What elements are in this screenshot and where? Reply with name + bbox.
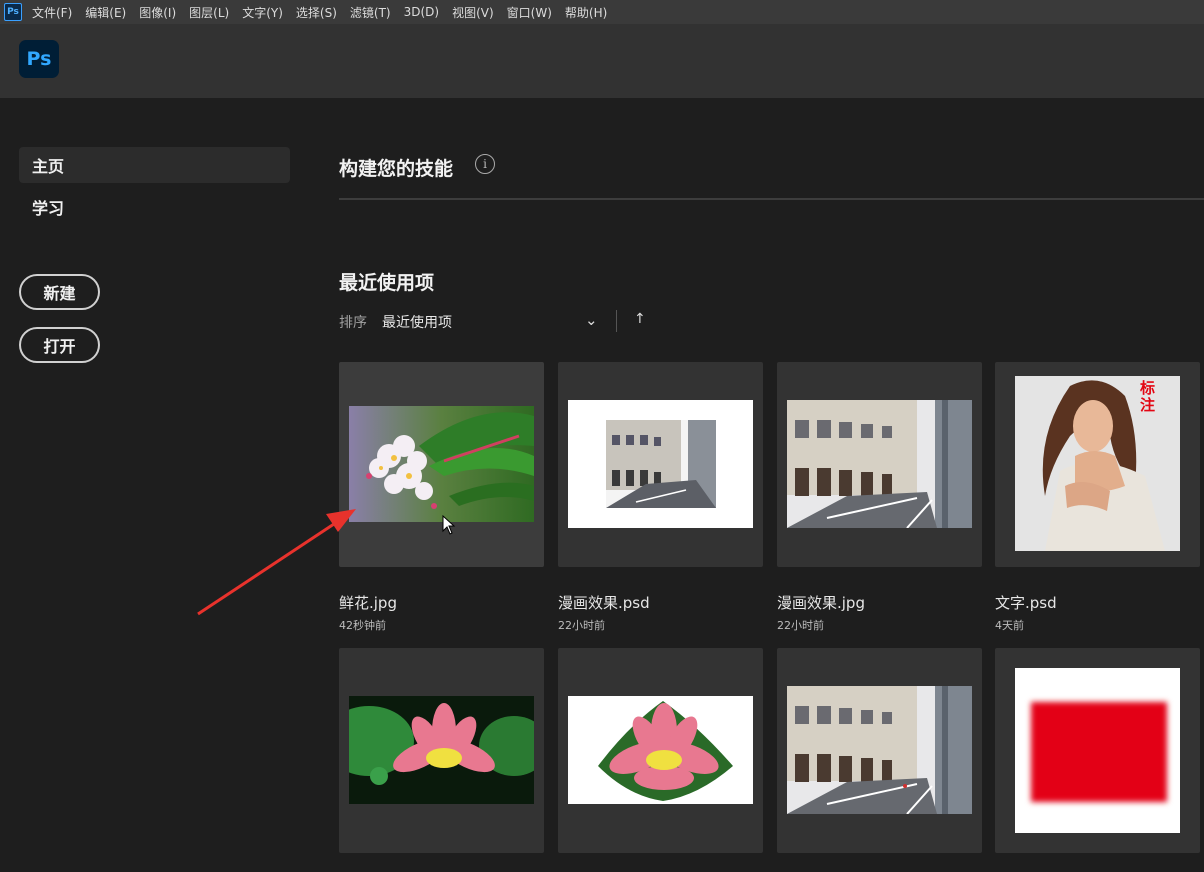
file-time: 4天前 [995,619,1024,632]
thumbnail-red-block [1015,668,1180,833]
file-time: 22小时前 [777,619,824,632]
thumbnail-annotation-text: 标注 [1140,379,1156,414]
menu-type[interactable]: 文字(Y) [242,4,283,21]
thumbnail-flower [349,406,534,522]
info-icon[interactable]: i [475,154,495,174]
menu-layer[interactable]: 图层(L) [189,4,229,21]
thumbnail-street-comic [568,400,753,528]
recent-file-card[interactable] [777,362,982,567]
menu-edit[interactable]: 编辑(E) [85,4,126,21]
menu-help[interactable]: 帮助(H) [565,4,607,21]
recent-file-card[interactable] [995,648,1200,853]
file-name[interactable]: 鲜花.jpg [339,592,397,613]
new-button[interactable]: 新建 [19,274,100,310]
photoshop-app-icon[interactable]: Ps [4,3,22,21]
photoshop-logo: Ps [19,40,59,78]
menu-3d[interactable]: 3D(D) [404,5,439,19]
section-divider [339,198,1204,200]
recent-file-card[interactable] [558,362,763,567]
recent-title: 最近使用项 [339,272,435,294]
mouse-cursor-icon [442,514,456,535]
sort-label: 排序 [339,315,367,331]
thumbnail-lotus-dark [349,696,534,804]
recent-file-card[interactable] [339,648,544,853]
menu-bar: Ps 文件(F) 编辑(E) 图像(I) 图层(L) 文字(Y) 选择(S) 滤… [0,0,1204,24]
menu-file[interactable]: 文件(F) [32,4,72,21]
menu-filter[interactable]: 滤镜(T) [350,4,391,21]
sort-direction-icon[interactable]: ↑ [634,311,646,327]
thumbnail-lotus-cutout [568,696,753,804]
file-time: 42秒钟前 [339,619,386,632]
file-name[interactable]: 漫画效果.psd [558,592,650,613]
open-button[interactable]: 打开 [19,327,100,363]
file-time: 22小时前 [558,619,605,632]
menu-image[interactable]: 图像(I) [139,4,176,21]
home-header: Ps [0,24,1204,98]
recent-file-card[interactable] [558,648,763,853]
chevron-down-icon[interactable]: ⌄ [585,311,598,329]
sort-separator [616,310,617,332]
recent-file-card[interactable] [777,648,982,853]
sidebar-item-learn[interactable]: 学习 [19,189,290,225]
skills-title: 构建您的技能 [339,158,454,180]
recent-file-card[interactable] [339,362,544,567]
thumbnail-street-photo [787,400,972,528]
file-name[interactable]: 漫画效果.jpg [777,592,865,613]
file-name[interactable]: 文字.psd [995,592,1057,613]
menu-view[interactable]: 视图(V) [452,4,494,21]
recent-file-card[interactable]: 标注 [995,362,1200,567]
menu-window[interactable]: 窗口(W) [507,4,552,21]
menu-select[interactable]: 选择(S) [296,4,337,21]
sort-select[interactable]: 最近使用项 [382,312,452,332]
sidebar-item-home[interactable]: 主页 [19,147,290,183]
thumbnail-street-photo [787,686,972,814]
